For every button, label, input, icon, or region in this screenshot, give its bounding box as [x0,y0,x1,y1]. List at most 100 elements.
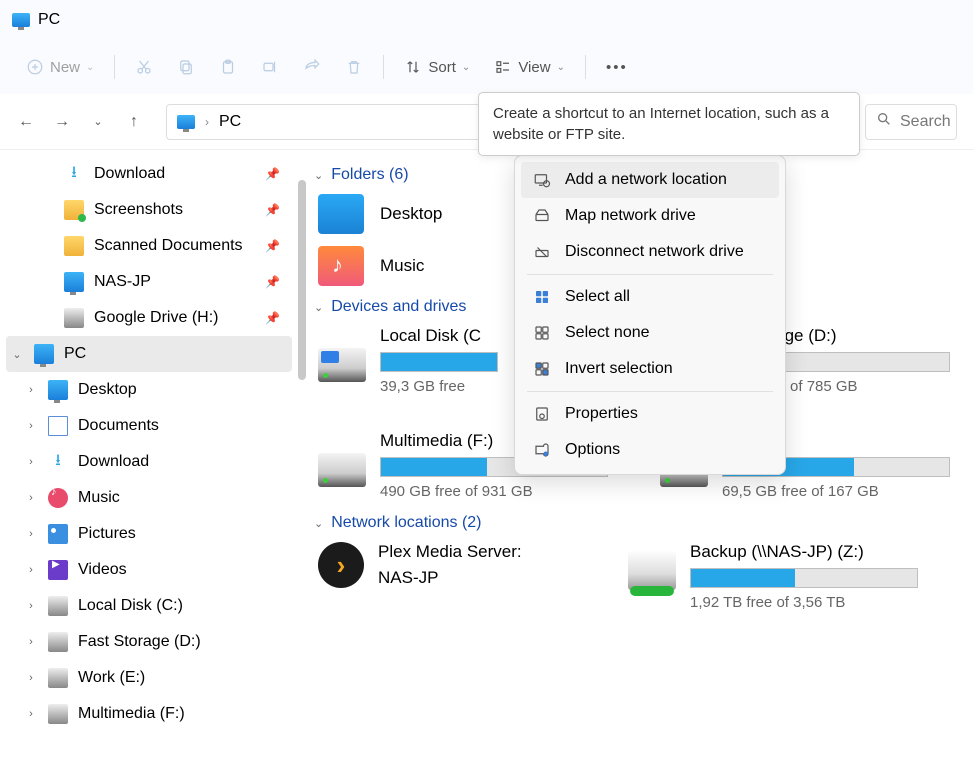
chevron-right-icon: › [205,115,209,129]
download-icon: ⭳ [48,452,68,472]
delete-button[interactable] [335,52,373,82]
usage-bar [690,568,918,588]
document-icon [48,416,68,436]
new-button[interactable]: New ⌄ [16,52,104,82]
menu-select-all[interactable]: Select all [521,279,779,315]
search-input[interactable]: Search [865,104,957,140]
paste-button[interactable] [209,52,247,82]
pc-icon [34,344,54,364]
up-button[interactable]: ↑ [124,113,144,131]
paste-icon [219,58,237,76]
menu-disconnect-drive[interactable]: Disconnect network drive [521,234,779,270]
chevron-right-icon: › [24,528,38,540]
sidebar-item-screenshots[interactable]: ›Screenshots📌 [0,192,298,228]
chevron-right-icon: › [24,564,38,576]
section-network[interactable]: ⌄ Network locations (2) [314,514,973,532]
chevron-down-icon: ⌄ [314,301,323,314]
pin-icon: 📌 [265,203,280,217]
back-button[interactable]: ← [16,113,36,131]
sidebar-item-fastd[interactable]: ›Fast Storage (D:) [0,624,298,660]
view-button[interactable]: View ⌄ [484,52,575,82]
cut-button[interactable] [125,52,163,82]
sidebar-item-nasjp[interactable]: ›NAS-JP📌 [0,264,298,300]
options-icon [533,441,551,459]
menu-properties[interactable]: Properties [521,396,779,432]
desktop-icon [48,380,68,400]
drive-icon [64,308,84,328]
pc-icon [177,115,195,129]
sidebar-item-scanned[interactable]: ›Scanned Documents📌 [0,228,298,264]
netloc-backup[interactable]: Backup (\\NAS-JP) (Z:) 1,92 TB free of 3… [628,542,918,611]
ellipsis-icon: ••• [606,59,628,76]
download-icon: ⭳ [64,164,84,184]
sidebar-item-desktop[interactable]: ›Desktop [0,372,298,408]
nas-drive-icon [628,550,676,590]
folder-music[interactable]: Music [318,246,424,286]
drive-icon [48,704,68,724]
netloc-plex[interactable]: › Plex Media Server: NAS-JP [318,542,578,611]
sidebar-item-localc[interactable]: ›Local Disk (C:) [0,588,298,624]
drive-local-c[interactable]: Local Disk (C 39,3 GB free [318,326,498,395]
trash-icon [345,58,363,76]
chevron-right-icon: › [24,492,38,504]
chevron-right-icon: › [24,600,38,612]
chevron-down-icon: ⌄ [314,169,323,182]
sidebar-item-download[interactable]: ›⭳Download📌 [0,156,298,192]
sort-icon [404,58,422,76]
usage-bar [760,352,950,372]
recent-dropdown[interactable]: ⌄ [88,115,108,128]
title-bar: PC [0,0,973,40]
music-icon [48,488,68,508]
folder-desktop[interactable]: Desktop [318,194,442,234]
sidebar-item-download2[interactable]: ›⭳Download [0,444,298,480]
sidebar-item-music[interactable]: ›Music [0,480,298,516]
menu-invert-selection[interactable]: Invert selection [521,351,779,387]
context-menu: Add a network location Map network drive… [514,155,786,475]
menu-separator [527,274,773,275]
pin-icon: 📌 [265,275,280,289]
chevron-right-icon: › [24,384,38,396]
chevron-right-icon: › [24,636,38,648]
menu-add-network-location[interactable]: Add a network location [521,162,779,198]
select-all-icon [533,288,551,306]
sort-button[interactable]: Sort ⌄ [394,52,480,82]
sidebar-item-pc[interactable]: ⌄PC [6,336,292,372]
chevron-right-icon: › [24,420,38,432]
folder-icon [64,200,84,220]
new-label: New [50,59,80,76]
forward-button[interactable]: → [52,113,72,131]
menu-map-network-drive[interactable]: Map network drive [521,198,779,234]
drive-storage-d[interactable]: orage (D:) free of 785 GB [760,326,950,395]
chevron-down-icon: ⌄ [86,62,94,73]
pc-icon [12,13,30,27]
plex-icon: › [318,542,364,588]
computer-icon [64,272,84,292]
copy-icon [177,58,195,76]
menu-select-none[interactable]: Select none [521,315,779,351]
drive-icon [48,596,68,616]
chevron-right-icon: › [24,708,38,720]
copy-button[interactable] [167,52,205,82]
cut-icon [135,58,153,76]
videos-icon [48,560,68,580]
folder-icon [318,194,364,234]
tooltip: Create a shortcut to an Internet locatio… [478,92,860,156]
select-none-icon [533,324,551,342]
share-button[interactable] [293,52,331,82]
chevron-right-icon: › [24,456,38,468]
sidebar-item-gdrive[interactable]: ›Google Drive (H:)📌 [0,300,298,336]
sidebar-item-videos[interactable]: ›Videos [0,552,298,588]
rename-icon [261,58,279,76]
music-folder-icon [318,246,364,286]
more-button[interactable]: ••• [596,53,638,82]
rename-button[interactable] [251,52,289,82]
sidebar-item-worke[interactable]: ›Work (E:) [0,660,298,696]
chevron-right-icon: › [24,672,38,684]
pin-icon: 📌 [265,239,280,253]
menu-options[interactable]: Options [521,432,779,468]
disconnect-drive-icon [533,243,551,261]
sidebar-item-documents[interactable]: ›Documents [0,408,298,444]
sidebar-item-pictures[interactable]: ›Pictures [0,516,298,552]
usage-bar [380,352,498,372]
sidebar-item-multif[interactable]: ›Multimedia (F:) [0,696,298,732]
